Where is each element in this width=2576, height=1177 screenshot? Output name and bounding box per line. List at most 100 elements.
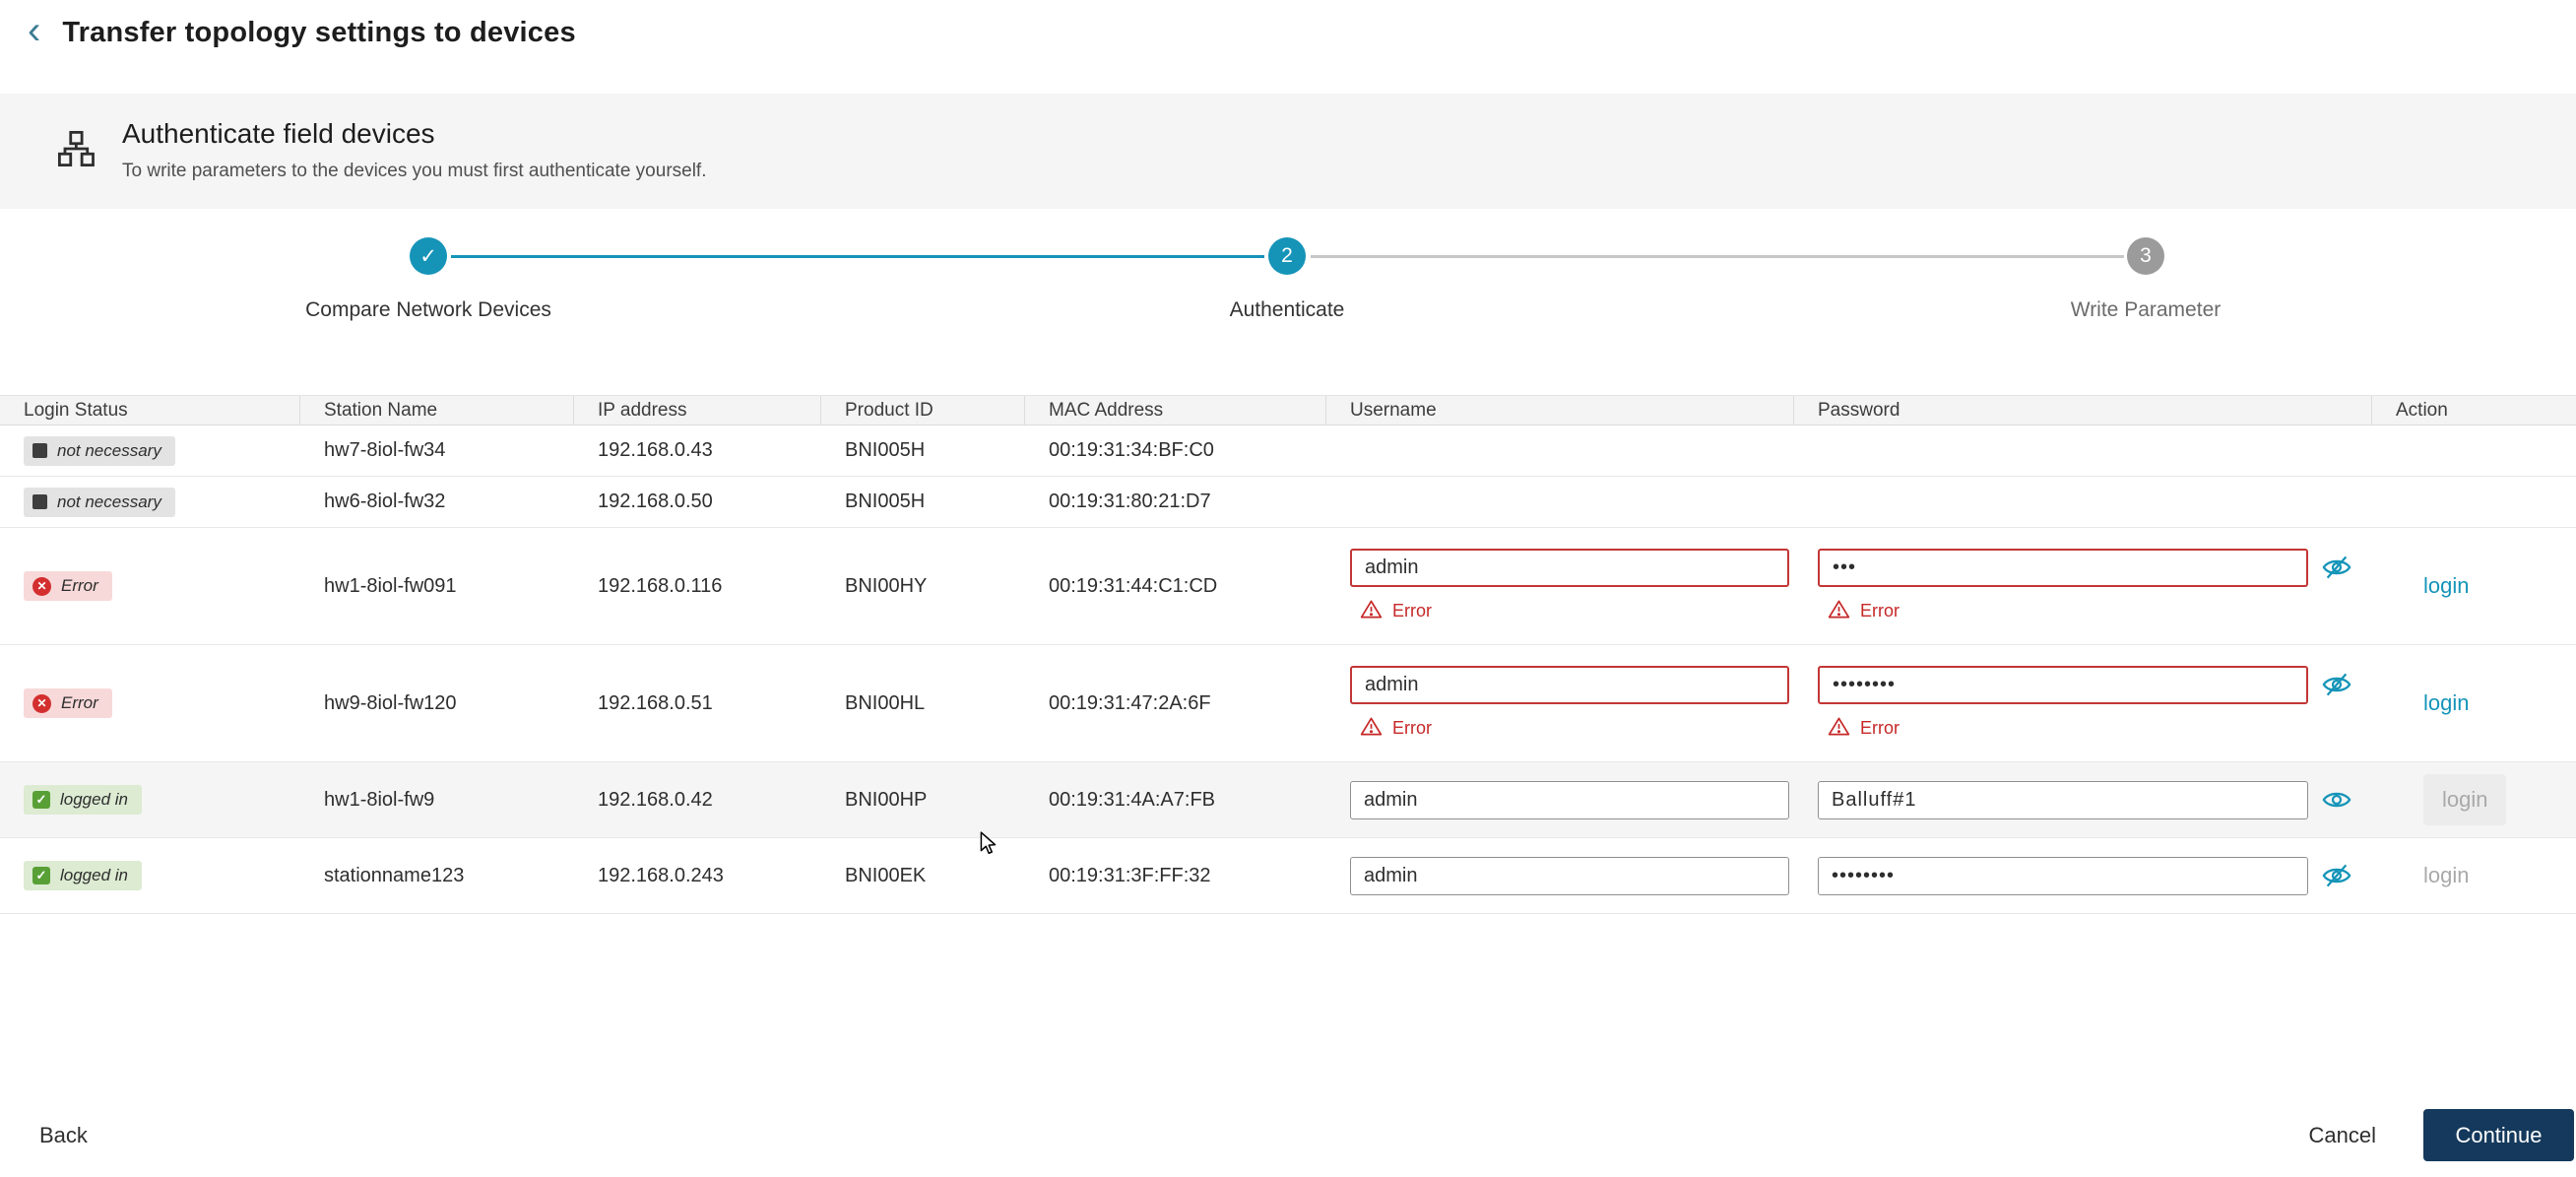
column-header-username: Username <box>1326 396 1794 425</box>
password-cell <box>1794 762 2372 837</box>
mac-address: 00:19:31:47:2A:6F <box>1049 691 1211 714</box>
ip-address: 192.168.0.51 <box>598 691 713 714</box>
login-button: login <box>2423 774 2507 825</box>
password-input[interactable] <box>1818 780 2308 819</box>
status-success-icon: ✓ <box>32 867 50 884</box>
username-cell: Error <box>1326 645 1794 761</box>
step-1-label: Compare Network Devices <box>305 298 551 321</box>
username-input[interactable] <box>1350 665 1789 704</box>
step-1-check-icon: ✓ <box>410 237 447 275</box>
eye-icon[interactable] <box>2322 785 2351 815</box>
topbar: ‹ Transfer topology settings to devices <box>0 0 2576 65</box>
table-row: not necessary hw7-8iol-fw34 192.168.0.43… <box>0 425 2576 477</box>
station-name: hw7-8iol-fw34 <box>324 439 446 461</box>
username-cell <box>1326 425 1794 476</box>
table-header: Login Status Station Name IP address Pro… <box>0 395 2576 425</box>
page-title: Transfer topology settings to devices <box>62 16 576 48</box>
table-row: ✓ logged in hw1-8iol-fw9 192.168.0.42 BN… <box>0 762 2576 838</box>
username-input[interactable] <box>1350 780 1789 819</box>
error-text: Error <box>1392 601 1432 621</box>
station-name: hw1-8iol-fw9 <box>324 788 435 811</box>
product-id: BNI00HY <box>845 574 928 597</box>
station-name: hw1-8iol-fw091 <box>324 574 457 597</box>
banner-title: Authenticate field devices <box>122 118 435 149</box>
column-header-product-id: Product ID <box>821 396 1025 425</box>
username-input[interactable] <box>1350 548 1789 587</box>
password-cell: Error <box>1794 528 2372 644</box>
warning-icon <box>1360 716 1383 742</box>
password-cell <box>1794 425 2372 476</box>
login-status-cell: not necessary <box>0 425 300 476</box>
login-button[interactable]: login <box>2423 690 2469 716</box>
product-id: BNI00HP <box>845 788 928 811</box>
password-input[interactable] <box>1818 548 2308 587</box>
password-input[interactable] <box>1818 856 2308 895</box>
action-cell: login <box>2372 528 2576 644</box>
login-status-cell: ✓ logged in <box>0 838 300 913</box>
username-cell <box>1326 477 1794 527</box>
step-3-circle: 3 <box>2127 237 2164 275</box>
eye-off-icon[interactable] <box>2322 861 2351 890</box>
product-id: BNI00HL <box>845 691 926 714</box>
eye-off-icon[interactable] <box>2322 553 2351 582</box>
step-2-circle: 2 <box>1268 237 1306 275</box>
password-error: Error <box>1818 716 2351 742</box>
table-row: ✕ Error hw1-8iol-fw091 192.168.0.116 BNI… <box>0 528 2576 645</box>
error-text: Error <box>1860 718 1900 738</box>
station-name: hw6-8iol-fw32 <box>324 490 446 512</box>
login-status-cell: ✕ Error <box>0 645 300 761</box>
action-cell <box>2372 477 2576 527</box>
mac-address: 00:19:31:3F:FF:32 <box>1049 864 1211 886</box>
login-button[interactable]: login <box>2423 573 2469 599</box>
footer: Back Cancel Continue <box>0 1109 2576 1161</box>
login-status-cell: not necessary <box>0 477 300 527</box>
banner-subtitle: To write parameters to the devices you m… <box>122 161 707 181</box>
status-badge: ✕ Error <box>24 688 112 718</box>
banner: Authenticate field devices To write para… <box>0 94 2576 209</box>
back-button[interactable]: Back <box>39 1123 88 1148</box>
action-cell <box>2372 425 2576 476</box>
status-badge: ✕ Error <box>24 571 112 601</box>
step-3-label: Write Parameter <box>2070 298 2222 321</box>
product-id: BNI005H <box>845 439 926 461</box>
ip-address: 192.168.0.116 <box>598 574 723 597</box>
status-error-icon: ✕ <box>32 576 51 596</box>
topology-icon <box>55 128 97 169</box>
table-row: ✕ Error hw9-8iol-fw120 192.168.0.51 BNI0… <box>0 645 2576 762</box>
action-cell: login <box>2372 645 2576 761</box>
username-error: Error <box>1350 599 1789 624</box>
column-header-mac-address: MAC Address <box>1025 396 1326 425</box>
cancel-button[interactable]: Cancel <box>2309 1123 2376 1148</box>
status-success-icon: ✓ <box>32 791 50 809</box>
status-label: logged in <box>60 866 129 884</box>
product-id: BNI005H <box>845 490 926 512</box>
ip-address: 192.168.0.43 <box>598 439 713 461</box>
column-header-ip-address: IP address <box>574 396 821 425</box>
login-button: login <box>2423 863 2470 887</box>
column-header-station-name: Station Name <box>300 396 574 425</box>
warning-icon <box>1828 716 1850 742</box>
password-input[interactable] <box>1818 665 2308 704</box>
mac-address: 00:19:31:80:21:D7 <box>1049 490 1211 512</box>
warning-icon <box>1828 599 1850 624</box>
back-chevron-icon[interactable]: ‹ <box>28 11 40 50</box>
username-cell <box>1326 838 1794 913</box>
password-error: Error <box>1818 599 2351 624</box>
station-name: hw9-8iol-fw120 <box>324 691 457 714</box>
continue-button[interactable]: Continue <box>2423 1109 2574 1161</box>
warning-icon <box>1360 599 1383 624</box>
status-neutral-icon <box>32 443 47 458</box>
column-header-action: Action <box>2396 399 2448 421</box>
eye-off-icon[interactable] <box>2322 670 2351 699</box>
step-write-parameter: 3 Write Parameter <box>1949 237 2343 322</box>
ip-address: 192.168.0.243 <box>598 864 724 886</box>
banner-text: Authenticate field devices To write para… <box>122 118 707 182</box>
status-label: logged in <box>60 790 129 809</box>
status-badge: ✓ logged in <box>24 861 143 890</box>
username-input[interactable] <box>1350 856 1789 895</box>
mac-address: 00:19:31:34:BF:C0 <box>1049 439 1214 461</box>
status-label: not necessary <box>57 491 161 511</box>
step-compare-network-devices: ✓ Compare Network Devices <box>231 237 625 322</box>
action-cell: login <box>2372 762 2576 837</box>
status-badge: not necessary <box>24 487 175 517</box>
